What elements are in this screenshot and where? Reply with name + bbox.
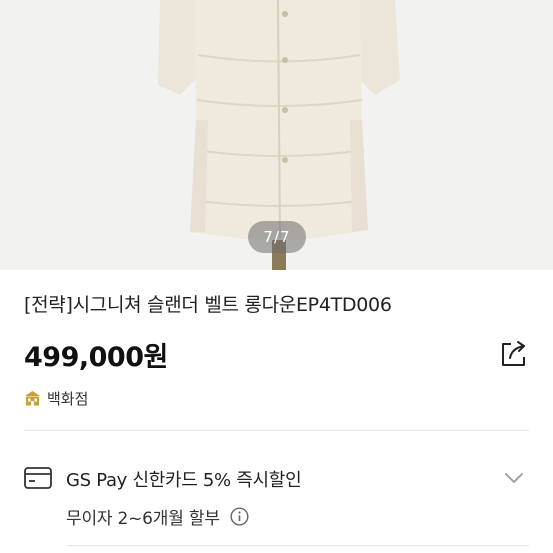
share-button[interactable] xyxy=(498,338,530,370)
credit-card-icon xyxy=(24,467,52,489)
product-title: [전략]시그니쳐 슬랜더 벨트 롱다운EP4TD006 xyxy=(24,294,392,316)
payment-benefit-text: GS Pay 신한카드 5% 즉시할인 xyxy=(66,470,302,491)
installment-text: 무이자 2~6개월 할부 xyxy=(66,508,220,529)
store-badge[interactable]: 백화점 xyxy=(24,387,88,409)
info-icon[interactable] xyxy=(230,506,249,526)
section-divider xyxy=(24,430,529,431)
product-price: 499,000원 xyxy=(24,342,168,373)
payment-benefit-row[interactable]: GS Pay 신한카드 5% 즉시할인 xyxy=(24,463,529,493)
product-image-gallery[interactable]: 7/7 xyxy=(0,0,553,270)
store-label: 백화점 xyxy=(47,389,89,408)
image-page-indicator: 7/7 xyxy=(248,221,306,253)
installment-row: 무이자 2~6개월 할부 xyxy=(66,503,249,529)
section-divider-bottom xyxy=(66,545,529,546)
department-store-icon xyxy=(25,390,40,405)
chevron-down-icon[interactable] xyxy=(504,471,524,485)
share-icon xyxy=(502,341,525,366)
